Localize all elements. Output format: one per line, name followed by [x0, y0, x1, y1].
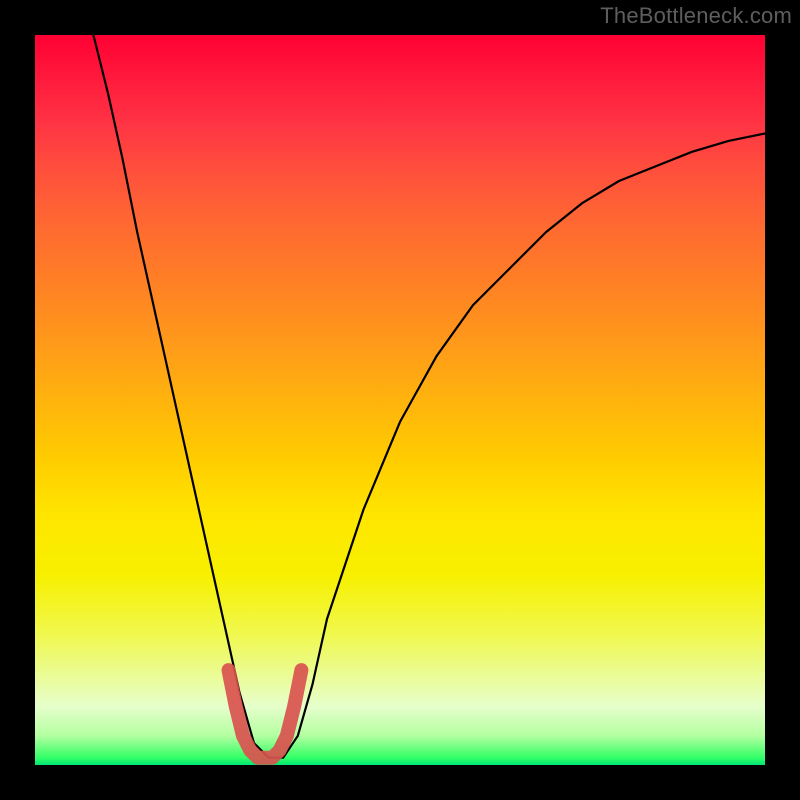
watermark-text: TheBottleneck.com — [600, 3, 792, 29]
chart-frame: TheBottleneck.com — [0, 0, 800, 800]
plot-area — [35, 35, 765, 765]
black-curve — [93, 35, 765, 758]
curve-layer — [35, 35, 765, 765]
red-marker-overlay — [229, 670, 302, 758]
